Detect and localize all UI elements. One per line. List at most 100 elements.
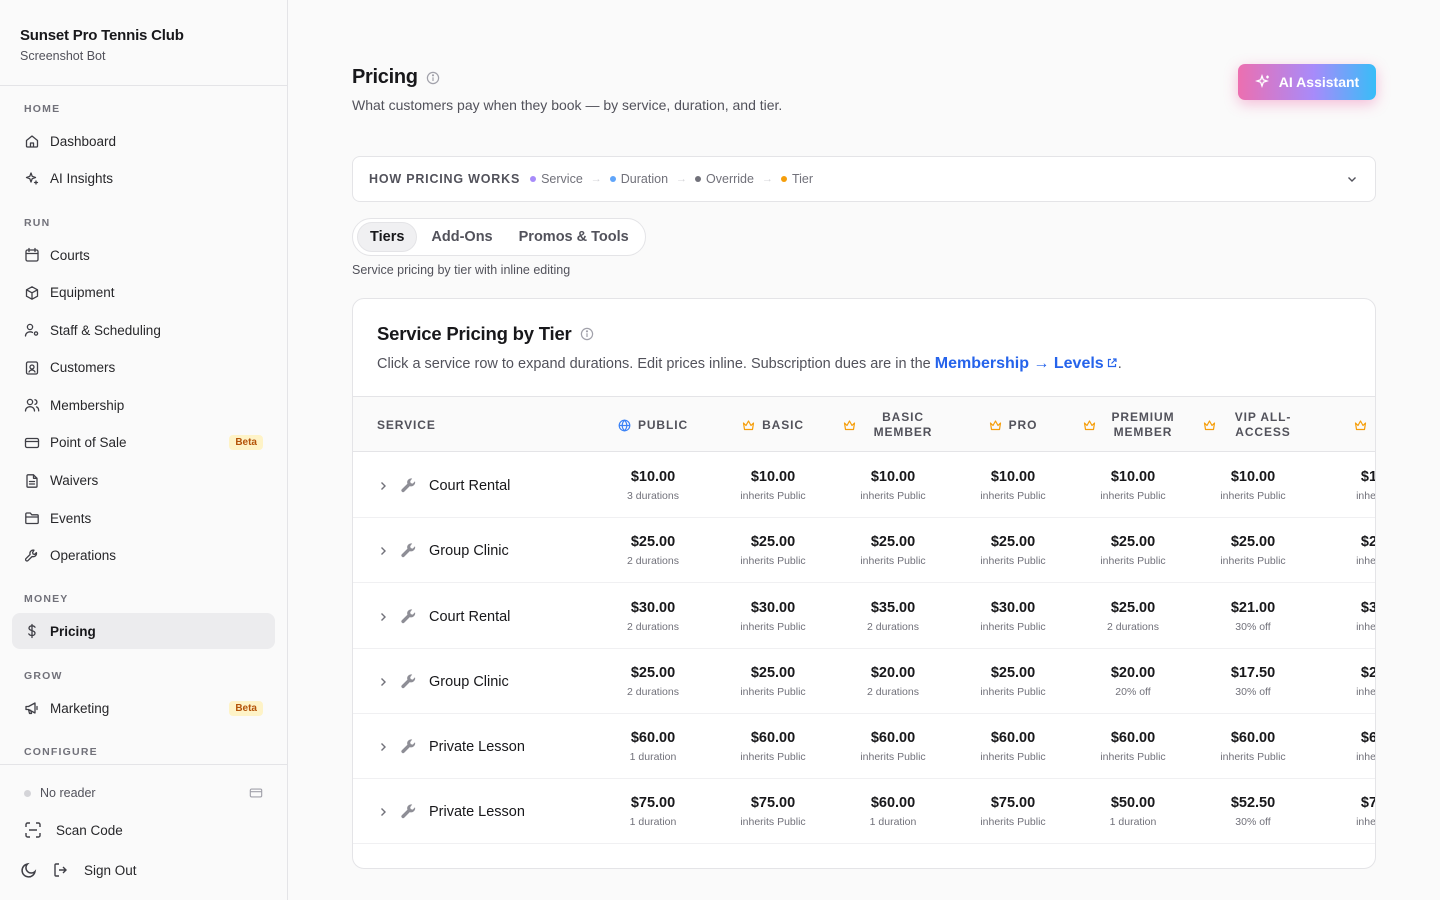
chevron-right-icon[interactable] [377,611,389,623]
sidebar-item-events[interactable]: Events [12,500,275,536]
club-name: Sunset Pro Tennis Club [20,27,184,44]
price-cell[interactable]: $10.00 inherits Public [1193,453,1313,518]
sidebar-item-operations[interactable]: Operations [12,538,275,574]
column-header-service: SERVICE [377,417,436,432]
price-cell[interactable]: $30.00 2 durations [593,584,713,649]
price-cell[interactable]: $20.00 20% off [1073,649,1193,714]
price-value: $75.00 [990,795,1036,811]
sidebar-item-staff-scheduling[interactable]: Staff & Scheduling [12,312,275,348]
price-cell[interactable]: $30.00 inherits Public [953,584,1073,649]
tab-add-ons[interactable]: Add-Ons [419,223,504,251]
price-value: $25.00 [1230,534,1276,550]
price-cell[interactable]: $60.00 inherits Public [833,714,953,779]
info-icon[interactable] [580,327,594,341]
price-cell[interactable]: $20.00 2 durations [833,649,953,714]
price-cell[interactable]: $30.00 inherits Public [713,584,833,649]
price-cell[interactable]: $25.00 2 durations [593,518,713,583]
price-cell[interactable]: $60.00 inherits Public [1193,714,1313,779]
price-cell[interactable]: $25 inherits [1313,649,1375,714]
price-cell[interactable]: $35.00 2 durations [833,584,953,649]
price-cell[interactable]: $10.00 inherits Public [953,453,1073,518]
price-note: 1 duration [869,816,917,828]
price-note: inherits [1356,816,1376,828]
how-pricing-works-panel[interactable]: HOW PRICING WORKS Service → Duration → Overr… [352,156,1376,202]
sidebar-item-point-of-sale[interactable]: Point of Sale Beta [12,425,275,461]
globe-icon [618,419,631,431]
price-cell[interactable]: $60.00 inherits Public [713,714,833,779]
info-icon[interactable] [426,71,440,85]
price-cell[interactable]: $60.00 inherits Public [953,714,1073,779]
table-row[interactable]: Court Rental $10.00 3 durations $10.00 inher… [353,453,1375,518]
price-cell[interactable]: $10.00 3 durations [593,453,713,518]
price-note: inherits [1356,555,1376,567]
price-cell[interactable]: $52.50 30% off [1193,779,1313,844]
price-cell[interactable]: $60.00 1 duration [833,779,953,844]
price-cell[interactable]: $75.00 inherits Public [953,779,1073,844]
chevron-right-icon[interactable] [377,741,389,753]
chevron-down-icon[interactable] [1345,172,1359,186]
ai-assistant-button[interactable]: AI Assistant [1238,64,1376,100]
price-note: inherits Public [860,555,926,567]
price-cell[interactable]: $25.00 inherits Public [953,518,1073,583]
price-cell[interactable]: $25.00 inherits Public [833,518,953,583]
tab-tiers[interactable]: Tiers [357,222,418,252]
price-cell[interactable]: $75 inherits [1313,779,1376,844]
table-row[interactable]: Private Lesson $60.00 1 duration $60.00 inhe… [353,714,1375,779]
price-cell[interactable]: $21.00 30% off [1193,584,1313,649]
price-cell[interactable]: $60.00 inherits Public [1073,714,1193,779]
service-name: Private Lesson [429,738,525,755]
table-row[interactable]: Group Clinic $25.00 2 durations $25.00 inher… [353,518,1376,583]
price-cell[interactable]: $25.00 2 durations [593,649,713,714]
price-note: 30% off [1235,686,1271,698]
table-row[interactable]: Court Rental $30.00 2 durations $30.00 inher… [353,584,1375,649]
nav-section-money: MONEY Pricing [12,593,275,651]
sidebar-item-ai-insights[interactable]: AI Insights [12,161,275,197]
price-cell[interactable]: $10.00 inherits Public [713,453,833,518]
price-value: $60.00 [870,795,916,811]
table-row[interactable]: Group Clinic $25.00 2 durations $25.00 inher… [353,649,1375,714]
price-value: $30.00 [750,600,796,616]
nav-section-label: MONEY [24,593,69,605]
sidebar-item-membership[interactable]: Membership [12,387,275,423]
price-cell[interactable]: $10 inherits [1313,453,1375,518]
price-note: inherits Public [860,490,926,502]
price-cell[interactable]: $10.00 inherits Public [833,453,953,518]
price-cell[interactable]: $17.50 30% off [1193,649,1313,714]
sidebar-item-waivers[interactable]: Waivers [12,463,275,499]
sparkles-icon [25,171,39,185]
tab-promos-tools[interactable]: Promos & Tools [507,223,641,251]
chevron-right-icon[interactable] [377,545,389,557]
price-cell[interactable]: $60 inherits [1313,714,1375,779]
sidebar-item-marketing[interactable]: Marketing Beta [12,690,275,726]
table-row[interactable]: Private Lesson $75.00 1 duration $75.00 inhe… [353,779,1376,844]
price-cell[interactable]: $50.00 1 duration [1073,779,1193,844]
price-cell[interactable]: $25 inherits [1313,518,1376,583]
sidebar-item-dashboard[interactable]: Dashboard [12,123,275,159]
sidebar-item-customers[interactable]: Customers [12,350,275,386]
sidebar-item-label: Equipment [50,285,115,301]
price-cell[interactable]: $25.00 inherits Public [713,518,833,583]
price-cell[interactable]: $75.00 1 duration [593,779,713,844]
chevron-right-icon[interactable] [377,480,389,492]
price-cell[interactable]: $30 inherits [1313,584,1375,649]
chevron-right-icon[interactable] [377,676,389,688]
pricing-steps: Service → Duration → Override → Tier [530,172,813,186]
price-cell[interactable]: $25.00 inherits Public [1193,518,1313,583]
sidebar-item-pricing[interactable]: Pricing [12,613,275,649]
chevron-right-icon[interactable] [377,806,389,818]
sidebar-item-courts[interactable]: Courts [12,237,275,273]
membership-levels-link[interactable]: Membership → Levels [935,355,1118,372]
price-cell[interactable]: $25.00 inherits Public [953,649,1073,714]
sidebar-item-equipment[interactable]: Equipment [12,275,275,311]
price-cell[interactable]: $25.00 inherits Public [1073,518,1193,583]
step-dot [695,176,702,182]
scan-code-button[interactable]: Scan Code [24,813,263,847]
price-cell[interactable]: $60.00 1 duration [593,714,713,779]
sign-out-button[interactable]: Sign Out [52,861,137,879]
moon-icon[interactable] [20,861,38,879]
price-cell[interactable]: $10.00 inherits Public [1073,453,1193,518]
price-cell[interactable]: $25.00 inherits Public [713,649,833,714]
price-cell[interactable]: $75.00 inherits Public [713,779,833,844]
price-value: $75.00 [630,795,676,811]
price-cell[interactable]: $25.00 2 durations [1073,584,1193,649]
